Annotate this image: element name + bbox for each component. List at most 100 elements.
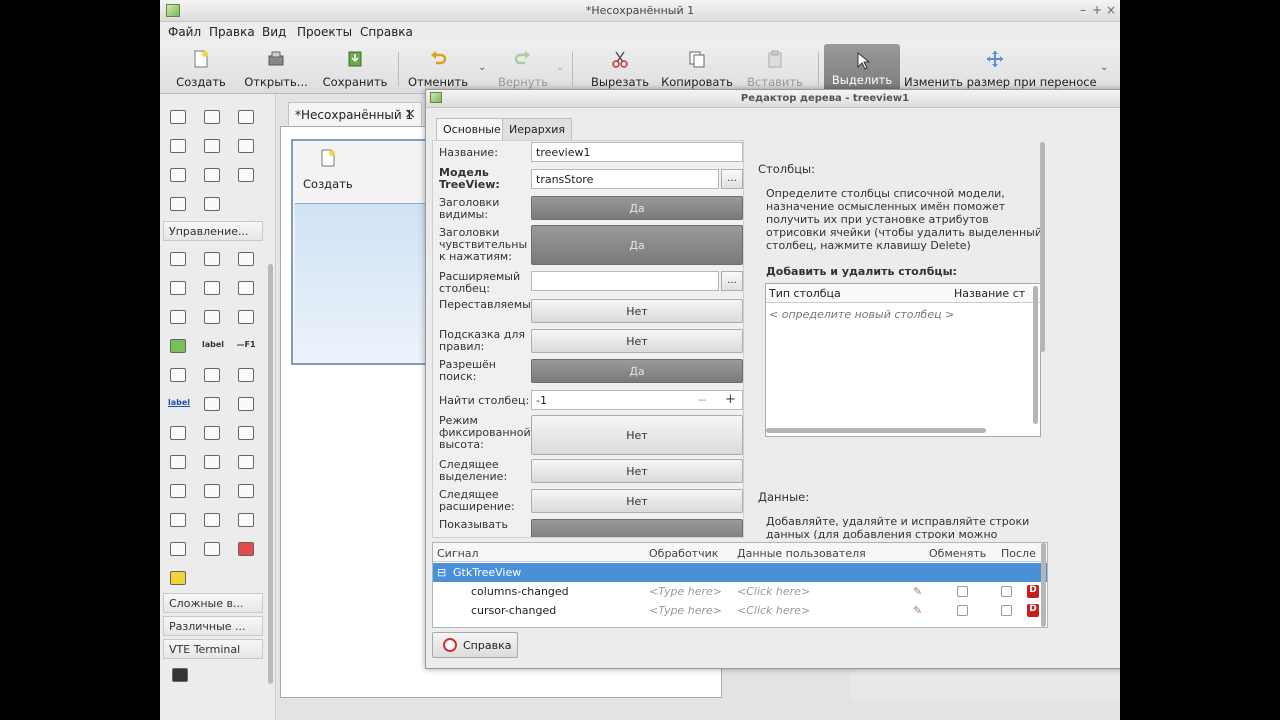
- tab-document[interactable]: *Несохранённый 1 ×: [288, 102, 422, 126]
- create-button[interactable]: Создать: [172, 42, 230, 94]
- palette-switch-widget[interactable]: [202, 279, 222, 297]
- expander-column-field[interactable]: [531, 271, 719, 291]
- tab-hierarchy[interactable]: Иерархия: [502, 118, 572, 140]
- palette-group-misc[interactable]: Различные ...: [163, 616, 263, 636]
- palette-button-widget[interactable]: [168, 250, 188, 268]
- palette-calendar-widget[interactable]: [202, 511, 222, 529]
- palette-scrollbar[interactable]: [268, 264, 273, 684]
- palette-frame-widget[interactable]: [236, 166, 256, 184]
- palette-iconview-widget[interactable]: [202, 482, 222, 500]
- open-button[interactable]: Открыть...: [242, 42, 310, 94]
- undo-button[interactable]: Отменить: [404, 42, 472, 94]
- paste-button[interactable]: Вставить: [740, 42, 810, 94]
- palette-volume-widget[interactable]: [236, 395, 256, 413]
- palette-spinner-widget[interactable]: [202, 453, 222, 471]
- edit-icon[interactable]: ✎: [913, 585, 922, 598]
- spin-plus-button[interactable]: +: [725, 392, 736, 407]
- after-checkbox[interactable]: [1001, 586, 1012, 597]
- palette-progress-widget[interactable]: [168, 453, 188, 471]
- palette-textview-widget[interactable]: [236, 366, 256, 384]
- redo-history-arrow[interactable]: ⌄: [556, 62, 564, 73]
- userdata-cell[interactable]: <Click here>: [737, 604, 810, 617]
- select-button[interactable]: Выделить: [824, 44, 900, 92]
- help-button[interactable]: Справка: [432, 632, 518, 658]
- cut-button[interactable]: Вырезать: [586, 42, 654, 94]
- palette-image-widget[interactable]: [168, 366, 188, 384]
- palette-linkbutton-widget[interactable]: label: [168, 395, 190, 413]
- design-create-button[interactable]: Создать: [295, 143, 431, 201]
- menu-projects[interactable]: Проекты: [297, 25, 352, 39]
- minimize-button[interactable]: –: [1076, 3, 1090, 17]
- signal-col-header[interactable]: Сигнал: [437, 547, 479, 560]
- palette-expander-widget[interactable]: [202, 166, 222, 184]
- expander-browse-button[interactable]: ...: [721, 271, 743, 291]
- redo-button[interactable]: Вернуть: [492, 42, 554, 94]
- drag-resize-button[interactable]: Изменить размер при переносе: [904, 42, 1097, 94]
- palette-layout-widget[interactable]: [236, 137, 256, 155]
- palette-toggle-widget[interactable]: [202, 250, 222, 268]
- palette-accel-widget[interactable]: [168, 569, 188, 587]
- new-column-row[interactable]: < определите новый столбец >: [769, 308, 954, 321]
- palette-spinbutton-widget[interactable]: [202, 395, 222, 413]
- headers-visible-toggle[interactable]: Да: [531, 196, 743, 220]
- spin-minus-button[interactable]: −: [697, 393, 707, 407]
- palette-buttonbox-widget[interactable]: [168, 137, 188, 155]
- hover-expand-toggle[interactable]: Нет: [531, 489, 743, 513]
- palette-spin-widget[interactable]: [168, 308, 188, 326]
- model-field[interactable]: transStore: [531, 169, 719, 189]
- columns-hscrollbar[interactable]: [766, 428, 986, 433]
- palette-entry-widget[interactable]: [236, 279, 256, 297]
- handler-cell[interactable]: <Type here>: [649, 604, 722, 617]
- column-type-header[interactable]: Тип столбца: [769, 287, 841, 300]
- show-toggle[interactable]: [531, 519, 743, 537]
- palette-toolbar-widget[interactable]: [168, 195, 188, 213]
- palette-textview2-widget[interactable]: [168, 482, 188, 500]
- palette-table-widget[interactable]: [202, 137, 222, 155]
- palette-group-composite[interactable]: Сложные в...: [163, 593, 263, 613]
- copy-button[interactable]: Копировать: [660, 42, 734, 94]
- design-window-widget[interactable]: Создать: [291, 139, 431, 365]
- edit-icon[interactable]: ✎: [913, 604, 922, 617]
- palette-terminal-widget[interactable]: [170, 666, 190, 684]
- palette-drawing-widget[interactable]: [236, 540, 256, 558]
- palette-scale-widget[interactable]: [168, 424, 188, 442]
- palette-grid-widget[interactable]: [202, 108, 222, 126]
- palette-document-widget[interactable]: [236, 482, 256, 500]
- name-field[interactable]: treeview1: [531, 142, 743, 162]
- swap-checkbox[interactable]: [957, 586, 968, 597]
- fixed-height-toggle[interactable]: Нет: [531, 415, 743, 455]
- palette-label-widget[interactable]: label: [202, 337, 224, 355]
- palette-vscrollbar-widget[interactable]: [236, 424, 256, 442]
- menu-file[interactable]: Файл: [168, 25, 201, 39]
- handler-cell[interactable]: <Type here>: [649, 585, 722, 598]
- handler-col-header[interactable]: Обработчик: [649, 547, 718, 560]
- reorderable-toggle[interactable]: Нет: [531, 299, 743, 323]
- rules-hint-toggle[interactable]: Нет: [531, 329, 743, 353]
- menu-view[interactable]: Вид: [262, 25, 286, 39]
- userdata-cell[interactable]: <Click here>: [737, 585, 810, 598]
- palette-image-text-widget[interactable]: [202, 366, 222, 384]
- menu-help[interactable]: Справка: [360, 25, 413, 39]
- palette-font-widget[interactable]: [236, 308, 256, 326]
- hover-selection-toggle[interactable]: Нет: [531, 459, 743, 483]
- signal-group-row[interactable]: ⊟ GtkTreeView: [433, 563, 1047, 582]
- column-name-header[interactable]: Название ст: [954, 287, 1038, 300]
- palette-separator-widget[interactable]: [168, 511, 188, 529]
- close-button[interactable]: ×: [1104, 3, 1118, 17]
- maximize-button[interactable]: +: [1090, 3, 1104, 17]
- model-browse-button[interactable]: ...: [721, 169, 743, 189]
- undo-history-arrow[interactable]: ⌄: [478, 62, 486, 73]
- swap-checkbox[interactable]: [957, 605, 968, 616]
- palette-vscale-widget[interactable]: [202, 424, 222, 442]
- info-vscrollbar[interactable]: [1040, 142, 1045, 352]
- enable-search-toggle[interactable]: Да: [531, 359, 743, 383]
- palette-check-widget[interactable]: [236, 250, 256, 268]
- palette-vseparator-widget[interactable]: [168, 540, 188, 558]
- userdata-col-header[interactable]: Данные пользователя: [737, 547, 866, 560]
- tab-general[interactable]: Основные: [436, 118, 508, 140]
- swap-col-header[interactable]: Обменять: [929, 547, 986, 560]
- palette-lock-widget[interactable]: [168, 337, 188, 355]
- save-button[interactable]: Сохранить: [320, 42, 390, 94]
- palette-paned-widget[interactable]: [236, 108, 256, 126]
- columns-vscrollbar[interactable]: [1033, 286, 1038, 424]
